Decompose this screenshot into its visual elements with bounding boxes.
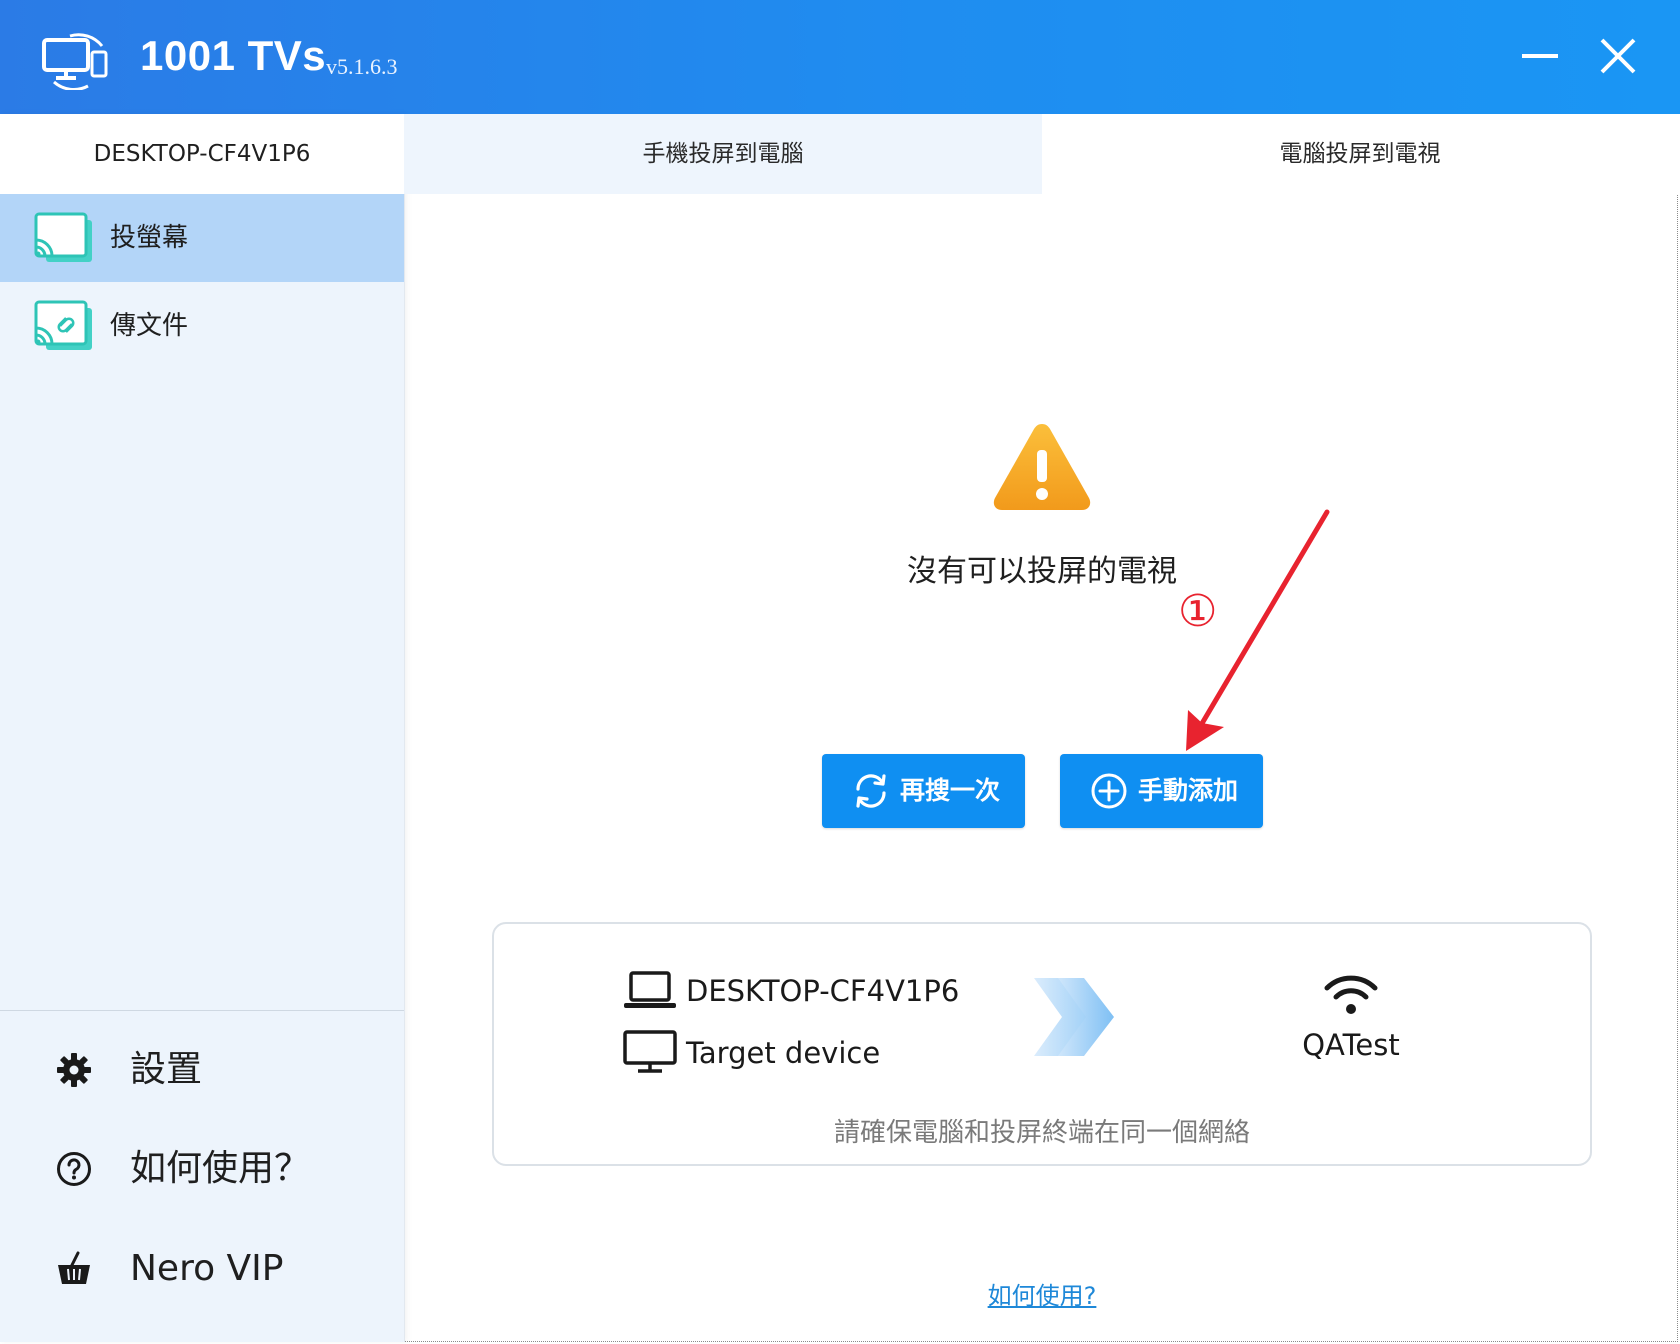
monitor-icon [623, 1030, 677, 1073]
sidebar-item-settings[interactable]: 設置 [0, 1035, 404, 1105]
title-bar: 1001 TVs v5.1.6.3 [0, 0, 1680, 114]
question-circle-icon [57, 1152, 91, 1186]
annotation-arrow-icon [1186, 509, 1330, 751]
tab-phone-to-pc[interactable]: 手機投屏到電腦 [404, 114, 1042, 194]
app-logo-icon [42, 33, 108, 90]
gear-icon [57, 1053, 91, 1087]
nero-vip-label: Nero VIP [130, 1248, 284, 1289]
sidebar-divider [0, 1010, 404, 1011]
search-again-label: 再搜一次 [900, 776, 1001, 805]
how-to-use-link[interactable]: 如何使用? [940, 1276, 1144, 1311]
same-network-hint: 請確保電腦和投屏終端在同一個網絡 [833, 1118, 1250, 1148]
minimize-icon[interactable] [1518, 34, 1562, 78]
sidebar-item-cast-screen[interactable]: 投螢幕 [0, 194, 404, 282]
double-chevron-right-icon [1034, 978, 1114, 1056]
laptop-icon [624, 971, 676, 1008]
sidebar-item-label: 傳文件 [110, 311, 189, 341]
close-icon[interactable] [1596, 34, 1640, 78]
manual-add-label: 手動添加 [1138, 776, 1239, 805]
wifi-icon [1324, 975, 1378, 1014]
sidebar-item-nero-vip[interactable]: Nero VIP [0, 1234, 404, 1304]
device-name: DESKTOP-CF4V1P6 [0, 114, 404, 194]
target-device-label: Target device [686, 1036, 881, 1070]
network-name: QATest [1302, 1028, 1400, 1062]
file-transfer-icon [34, 300, 92, 350]
manual-add-button[interactable]: 手動添加 [1060, 754, 1263, 828]
search-again-button[interactable]: 再搜一次 [822, 754, 1025, 828]
refresh-icon [856, 774, 886, 808]
computer-name: DESKTOP-CF4V1P6 [686, 974, 960, 1008]
tab-pc-to-tv[interactable]: 電腦投屏到電視 [1042, 114, 1678, 194]
how-to-use-label: 如何使用？ [130, 1148, 311, 1189]
warning-icon [993, 424, 1091, 510]
settings-label: 設置 [130, 1049, 203, 1090]
basket-icon [58, 1251, 90, 1284]
sidebar-item-how-to-use[interactable]: 如何使用？ [0, 1134, 404, 1204]
app-name: 1001 TVs [140, 32, 327, 79]
sidebar-item-label: 投螢幕 [110, 223, 189, 253]
app-version: v5.1.6.3 [326, 54, 398, 79]
plus-circle-icon [1091, 773, 1127, 809]
sidebar-item-transfer-file[interactable]: 傳文件 [0, 282, 404, 370]
screen-cast-icon [34, 212, 92, 262]
